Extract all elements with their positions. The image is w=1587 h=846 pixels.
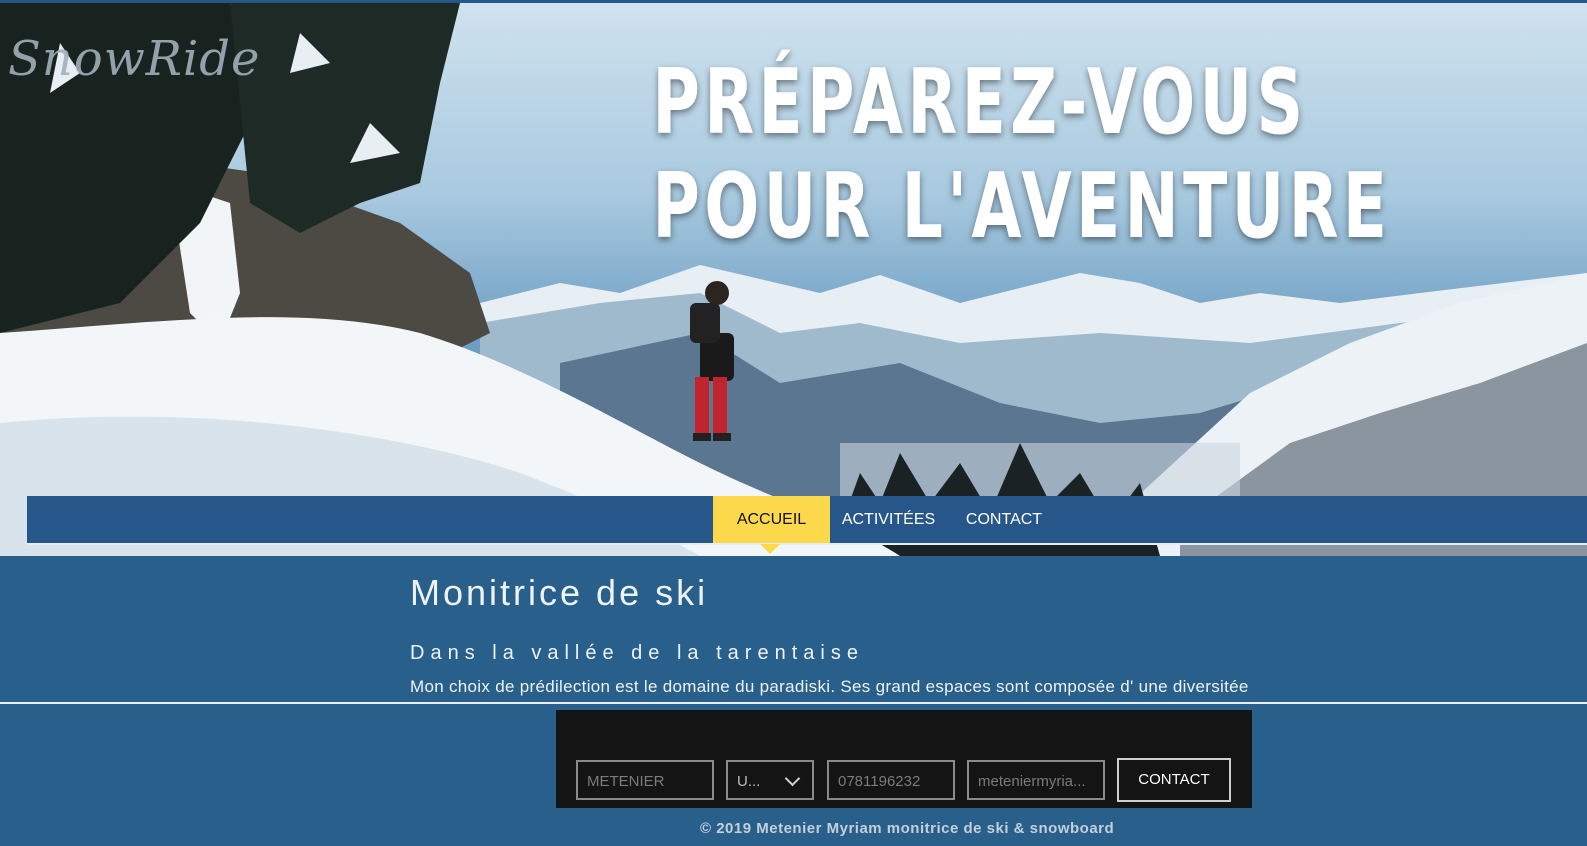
contact-submit-button[interactable]: CONTACT bbox=[1117, 758, 1231, 802]
section-divider bbox=[0, 702, 1587, 704]
chevron-down-icon bbox=[784, 770, 801, 787]
phone-input[interactable]: 0781196232 bbox=[827, 760, 955, 800]
subject-select-value: U... bbox=[737, 773, 761, 790]
nav-underline bbox=[27, 543, 1587, 545]
top-border bbox=[0, 0, 1587, 3]
main-nav: ACCUEIL ACTIVITÉES CONTACT bbox=[27, 496, 1587, 544]
page-subtitle: Dans la vallée de la tarentaise bbox=[410, 642, 864, 664]
contact-form: METENIER U... 0781196232 meteniermyria..… bbox=[556, 710, 1252, 808]
hero-headline-line2: POUR L'AVENTURE bbox=[652, 154, 1392, 259]
active-tab-indicator bbox=[760, 544, 780, 554]
nav-item-label: ACCUEIL bbox=[736, 511, 807, 528]
intro-paragraph: Mon choix de prédilection est le domaine… bbox=[410, 677, 1249, 696]
nav-item-contact[interactable]: CONTACT bbox=[947, 496, 1061, 544]
nav-item-label: CONTACT bbox=[965, 511, 1043, 528]
nav-item-accueil[interactable]: ACCUEIL bbox=[713, 496, 830, 544]
site-logo[interactable]: SnowRide bbox=[8, 31, 260, 87]
nav-item-label: ACTIVITÉES bbox=[841, 511, 936, 528]
email-input[interactable]: meteniermyria... bbox=[967, 760, 1105, 800]
name-input[interactable]: METENIER bbox=[576, 760, 714, 800]
nav-item-activitees[interactable]: ACTIVITÉES bbox=[830, 496, 947, 544]
subject-select[interactable]: U... bbox=[726, 760, 814, 800]
hero-banner: SnowRide PRÉPAREZ-VOUS POUR L'AVENTURE bbox=[0, 3, 1587, 556]
hero-headline-line1: PRÉPAREZ-VOUS bbox=[652, 50, 1308, 155]
copyright-text: © 2019 Metenier Myriam monitrice de ski … bbox=[700, 820, 1115, 837]
page-title: Monitrice de ski bbox=[410, 572, 709, 613]
hero-headline: PRÉPAREZ-VOUS POUR L'AVENTURE bbox=[652, 50, 1392, 259]
